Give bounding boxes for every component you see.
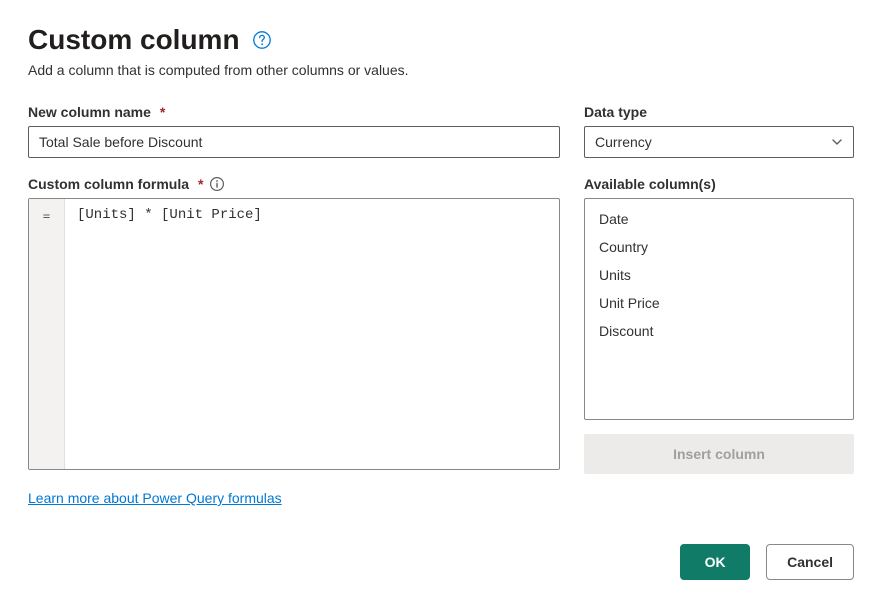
cancel-button[interactable]: Cancel — [766, 544, 854, 580]
list-item[interactable]: Country — [585, 233, 853, 261]
formula-gutter: = — [29, 199, 65, 469]
new-column-name-input[interactable] — [28, 126, 560, 158]
data-type-select[interactable]: Currency — [584, 126, 854, 158]
list-item[interactable]: Unit Price — [585, 289, 853, 317]
available-columns-label: Available column(s) — [584, 176, 854, 192]
formula-text[interactable]: [Units] * [Unit Price] — [65, 199, 559, 469]
insert-column-button: Insert column — [584, 434, 854, 474]
available-columns-list[interactable]: Date Country Units Unit Price Discount — [584, 198, 854, 420]
formula-editor[interactable]: = [Units] * [Unit Price] — [28, 198, 560, 470]
list-item[interactable]: Date — [585, 205, 853, 233]
formula-label: Custom column formula* — [28, 176, 560, 192]
data-type-label: Data type — [584, 104, 854, 120]
learn-more-link[interactable]: Learn more about Power Query formulas — [28, 490, 282, 506]
new-column-name-label: New column name* — [28, 104, 560, 120]
list-item[interactable]: Discount — [585, 317, 853, 345]
chevron-down-icon — [831, 136, 843, 148]
info-icon[interactable] — [209, 176, 225, 192]
help-icon[interactable] — [252, 30, 272, 50]
ok-button[interactable]: OK — [680, 544, 750, 580]
page-title: Custom column — [28, 24, 240, 56]
data-type-value: Currency — [595, 134, 652, 150]
page-subtitle: Add a column that is computed from other… — [28, 62, 854, 78]
list-item[interactable]: Units — [585, 261, 853, 289]
